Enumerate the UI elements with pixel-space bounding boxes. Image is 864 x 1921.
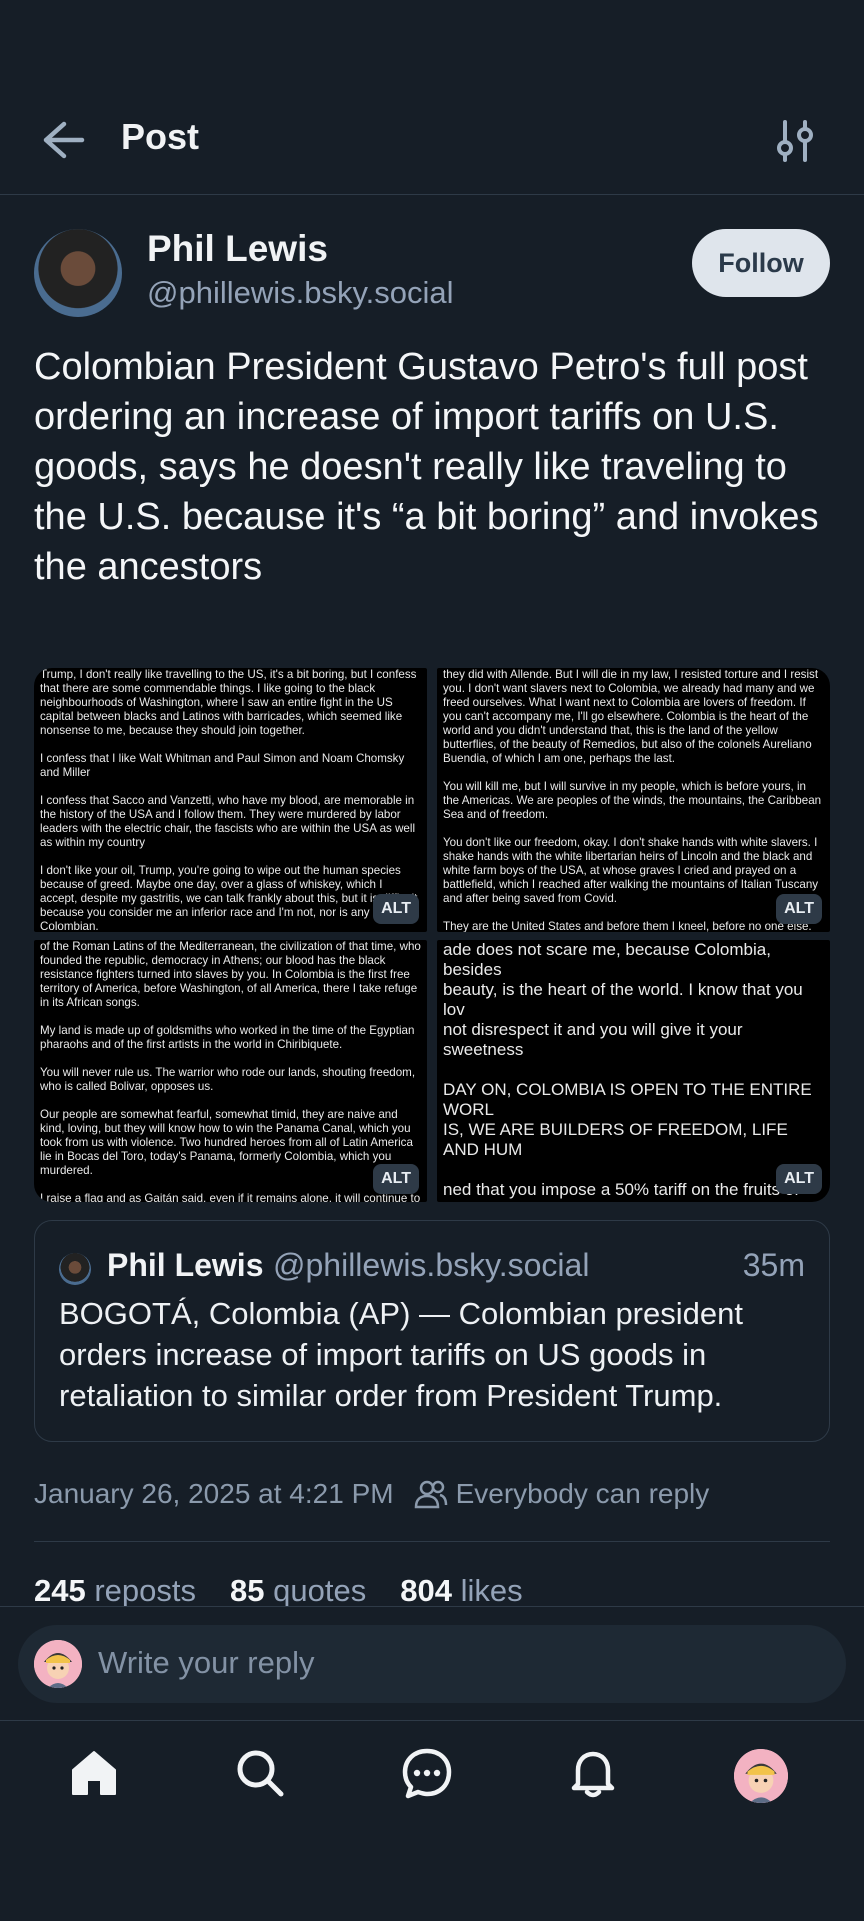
post-text: Colombian President Gustavo Petro's full… [34,346,819,588]
post-image-2[interactable]: they did with Allende. But I will die in… [437,668,830,932]
post-timestamp: January 26, 2025 at 4:21 PM [34,1478,394,1509]
quoted-post[interactable]: Phil Lewis @phillewis.bsky.social 35m BO… [34,1220,830,1442]
page-title: Post [121,116,200,157]
reply-setting[interactable]: Everybody can reply [456,1478,710,1510]
image-text: ade does not scare me, because Colombia,… [443,940,812,1202]
alt-badge[interactable]: ALT [373,894,419,924]
home-icon [72,1751,116,1795]
reply-input[interactable]: Write your reply [18,1625,846,1703]
quotes-count: 85 [230,1573,265,1608]
post-image-1[interactable]: Trump, I don't really like travelling to… [34,668,427,932]
alt-badge[interactable]: ALT [776,894,822,924]
sliders-icon [777,120,813,162]
current-user-avatar [34,1640,82,1688]
image-text: they did with Allende. But I will die in… [443,668,822,932]
image-text: of the Roman Latins of the Mediterranean… [40,940,421,1202]
quoted-post-time: 35m [742,1247,805,1283]
post-meta: January 26, 2025 at 4:21 PM Everybody ca… [34,1478,709,1510]
image-text: Trump, I don't really like travelling to… [40,668,417,932]
image-grid: Trump, I don't really like travelling to… [34,668,830,1202]
bottom-nav [0,1720,864,1921]
alt-badge[interactable]: ALT [776,1164,822,1194]
post-image-3[interactable]: of the Roman Latins of the Mediterranean… [34,940,427,1202]
nav-profile-avatar[interactable] [734,1749,788,1803]
back-button[interactable] [38,118,88,162]
author-avatar[interactable] [34,229,122,317]
follow-button[interactable]: Follow [692,229,830,297]
nav-home[interactable] [64,1743,124,1803]
quotes-label: quotes [273,1573,367,1608]
nav-search[interactable] [230,1743,290,1803]
reposts-label: reposts [94,1573,197,1608]
thread-settings-button[interactable] [772,118,818,164]
search-icon [237,1750,284,1797]
quoted-author-avatar [59,1253,91,1285]
engagement-stats: 245 reposts 85 quotes 804 likes [34,1573,523,1609]
alt-badge[interactable]: ALT [373,1164,419,1194]
likes-label: likes [460,1573,523,1608]
arrow-left-icon [43,121,85,159]
quotes-stat[interactable]: 85 quotes [230,1573,366,1609]
reply-bar: Write your reply [0,1606,864,1721]
likes-count: 804 [400,1573,452,1608]
people-icon [414,1480,447,1509]
post-image-4[interactable]: ade does not scare me, because Colombia,… [437,940,830,1202]
meta-divider [34,1541,830,1542]
nav-notifications[interactable] [563,1743,623,1803]
likes-stat[interactable]: 804 likes [400,1573,522,1609]
header-divider [0,194,864,195]
reposts-stat[interactable]: 245 reposts [34,1573,196,1609]
author-handle[interactable]: @phillewis.bsky.social [147,275,454,311]
chat-icon [402,1748,452,1799]
nav-chat[interactable] [397,1743,457,1803]
reposts-count: 245 [34,1573,86,1608]
quoted-post-text: BOGOTÁ, Colombia (AP) — Colombian presid… [59,1296,743,1413]
bell-icon [571,1751,615,1798]
quoted-author-name: Phil Lewis [107,1247,264,1283]
author-name[interactable]: Phil Lewis [147,228,328,270]
reply-placeholder: Write your reply [98,1645,315,1680]
quoted-author-handle: @phillewis.bsky.social [273,1247,590,1283]
